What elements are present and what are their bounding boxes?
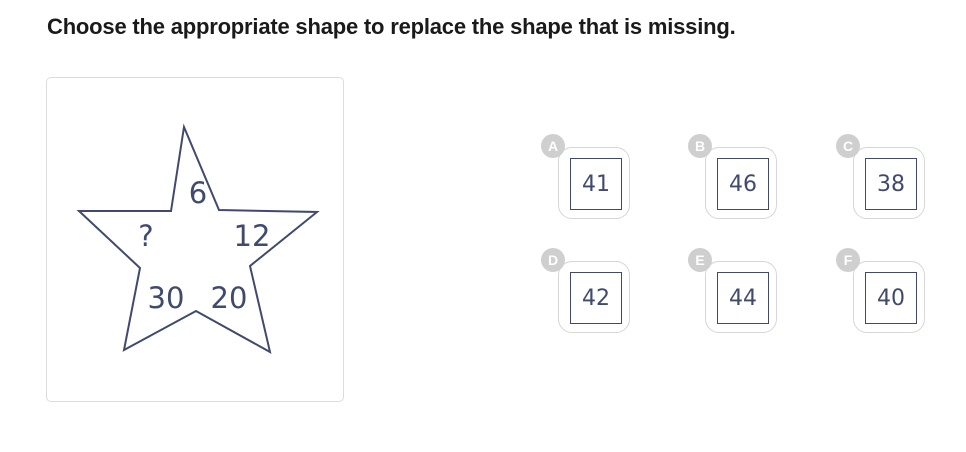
question-text: Choose the appropriate shape to replace … — [47, 14, 736, 39]
option-c-value: 38 — [865, 158, 917, 210]
option-c-badge: C — [836, 134, 860, 158]
star-value-bottom-right: 20 — [211, 281, 248, 315]
option-a[interactable]: 41 A — [541, 134, 630, 219]
option-c-card[interactable]: 38 — [853, 147, 925, 219]
option-f[interactable]: 40 F — [836, 248, 925, 333]
option-a-card[interactable]: 41 — [558, 147, 630, 219]
star-shape — [76, 123, 320, 354]
option-a-value: 41 — [570, 158, 622, 210]
option-a-badge: A — [541, 134, 565, 158]
option-f-value: 40 — [865, 272, 917, 324]
star-value-right: 12 — [234, 219, 271, 253]
option-e-badge: E — [688, 248, 712, 272]
option-d-value: 42 — [570, 272, 622, 324]
option-e-value: 44 — [717, 272, 769, 324]
option-d-card[interactable]: 42 — [558, 261, 630, 333]
option-b-value: 46 — [717, 158, 769, 210]
option-e-card[interactable]: 44 — [705, 261, 777, 333]
option-f-badge: F — [836, 248, 860, 272]
puzzle-panel: 6 ? 12 30 20 — [46, 77, 344, 402]
star-figure: 6 ? 12 30 20 — [76, 123, 320, 354]
option-b-card[interactable]: 46 — [705, 147, 777, 219]
option-f-card[interactable]: 40 — [853, 261, 925, 333]
star-value-top: 6 — [189, 176, 207, 210]
option-d-badge: D — [541, 248, 565, 272]
star-value-bottom-left: 30 — [148, 281, 185, 315]
option-c[interactable]: 38 C — [836, 134, 925, 219]
option-d[interactable]: 42 D — [541, 248, 630, 333]
option-b[interactable]: 46 B — [688, 134, 777, 219]
option-b-badge: B — [688, 134, 712, 158]
star-value-left: ? — [138, 219, 153, 253]
option-e[interactable]: 44 E — [688, 248, 777, 333]
